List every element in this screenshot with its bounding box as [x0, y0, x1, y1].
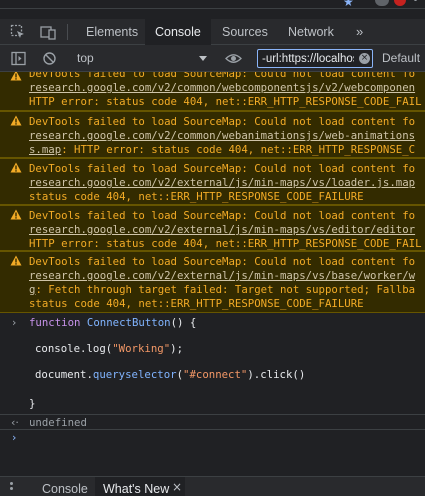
warning-line: status code 404, net::ERR_HTTP_RESPONSE_… [29, 297, 425, 311]
warning-line: research.google.com/v2/common/webcompone… [29, 81, 425, 95]
code-line: console.log("Working"); [35, 342, 184, 355]
warning-message: DevTools failed to load SourceMap: Could… [0, 251, 425, 313]
source-link[interactable]: research.google.com/v2/common/webcompone… [29, 81, 415, 94]
warning-icon [10, 72, 22, 81]
tab-bar-separator [67, 24, 68, 40]
browser-toolbar-strip: ★ [0, 0, 425, 9]
warning-icon [10, 209, 22, 220]
warning-line: DevTools failed to load SourceMap: Could… [29, 255, 425, 269]
warning-message: DevTools failed to load SourceMap: Could… [0, 111, 425, 158]
evaluated-code-block: › function ConnectButton() { console.log… [0, 313, 425, 415]
warning-text: : Fetch through target failed: Target no… [35, 283, 416, 296]
warning-line: g: Fetch through target failed: Target n… [29, 283, 425, 297]
warning-line: DevTools failed to load SourceMap: Could… [29, 162, 425, 176]
filter-input[interactable] [257, 49, 373, 68]
tab-console[interactable]: Console [145, 19, 211, 45]
drawer-tab-console[interactable]: Console [34, 477, 96, 496]
warning-text: HTTP error: status code 404, net::ERR_HT… [29, 95, 422, 108]
tab-elements[interactable]: Elements [76, 19, 148, 45]
source-link[interactable]: s.map [29, 143, 61, 156]
warning-text: HTTP error: status code 404, net::ERR_HT… [29, 237, 422, 250]
context-selector[interactable]: top [77, 50, 94, 66]
more-tabs-button[interactable]: » [346, 19, 373, 45]
result-arrow-icon: ‹· [11, 416, 19, 429]
warning-text: status code 404, net::ERR_HTTP_RESPONSE_… [29, 190, 364, 203]
warning-icon [10, 162, 22, 173]
console-input[interactable]: › [0, 430, 425, 446]
eye-icon[interactable] [225, 51, 242, 66]
inspect-element-icon[interactable] [10, 24, 26, 40]
source-link[interactable]: research.google.com/v2/common/webanimati… [29, 129, 415, 142]
warning-line: research.google.com/v2/external/js/min-m… [29, 223, 425, 237]
device-toolbar-icon[interactable] [40, 24, 56, 40]
sidebar-toggle-icon[interactable] [11, 51, 26, 66]
extension-icon[interactable] [375, 0, 389, 6]
code-line: document.queryselector("#connect").click… [35, 368, 306, 381]
warning-message: DevTools failed to load SourceMap: Could… [0, 158, 425, 205]
bookmark-star-icon[interactable]: ★ [343, 0, 355, 8]
warning-text: DevTools failed to load SourceMap: Could… [29, 162, 416, 175]
warning-text: DevTools failed to load SourceMap: Could… [29, 115, 416, 128]
warning-text: status code 404, net::ERR_HTTP_RESPONSE_… [29, 297, 364, 310]
drawer-menu-icon[interactable] [10, 482, 13, 492]
warning-icon [10, 255, 22, 266]
source-link[interactable]: research.google.com/v2/external/js/min-m… [29, 176, 415, 189]
input-prompt-icon: › [12, 431, 17, 444]
close-tab-icon[interactable]: × [172, 481, 182, 493]
warning-line: status code 404, net::ERR_HTTP_RESPONSE_… [29, 190, 425, 204]
code-line: function ConnectButton() { [29, 316, 197, 329]
warning-line: DevTools failed to load SourceMap: Could… [29, 209, 425, 223]
warning-text: DevTools failed to load SourceMap: Could… [29, 72, 416, 80]
warning-text: DevTools failed to load SourceMap: Could… [29, 209, 416, 222]
warning-line: s.map: HTTP error: status code 404, net:… [29, 143, 425, 157]
warning-line: HTTP error: status code 404, net::ERR_HT… [29, 95, 425, 109]
clear-filter-icon[interactable]: × [359, 53, 370, 64]
source-link[interactable]: research.google.com/v2/external/js/min-m… [29, 269, 415, 282]
console-messages: DevTools failed to load SourceMap: Could… [0, 72, 425, 476]
tab-sources[interactable]: Sources [212, 19, 278, 45]
warning-text: DevTools failed to load SourceMap: Could… [29, 255, 416, 268]
warning-message: DevTools failed to load SourceMap: Could… [0, 205, 425, 251]
warning-text: : HTTP error: status code 404, net::ERR_… [61, 143, 416, 156]
warning-icon [10, 115, 22, 126]
devtools-tab-bar: Elements Console Sources Network » [0, 19, 425, 45]
source-link[interactable]: research.google.com/v2/external/js/min-m… [29, 223, 415, 236]
input-prompt-icon: › [12, 316, 17, 329]
result-row: ‹· undefined [0, 415, 425, 430]
warning-line: research.google.com/v2/common/webanimati… [29, 129, 425, 143]
warning-line: research.google.com/v2/external/js/min-m… [29, 176, 425, 190]
warning-line: DevTools failed to load SourceMap: Could… [29, 115, 425, 129]
log-levels-dropdown[interactable]: Default [382, 50, 420, 66]
chevron-down-icon[interactable] [199, 56, 207, 61]
tab-network[interactable]: Network [278, 19, 344, 45]
drawer-tab-bar: Console What's New × [0, 476, 425, 496]
result-value: undefined [29, 416, 87, 429]
warning-message: DevTools failed to load SourceMap: Could… [0, 72, 425, 111]
profile-avatar-icon[interactable] [394, 0, 406, 6]
warning-line: HTTP error: status code 404, net::ERR_HT… [29, 237, 425, 250]
browser-menu-icon[interactable] [414, 0, 418, 4]
clear-console-icon[interactable] [42, 51, 57, 66]
warning-line: research.google.com/v2/external/js/min-m… [29, 269, 425, 283]
code-line: } [29, 397, 36, 410]
console-toolbar: top × Default [0, 45, 425, 72]
warning-line: DevTools failed to load SourceMap: Could… [29, 72, 425, 81]
